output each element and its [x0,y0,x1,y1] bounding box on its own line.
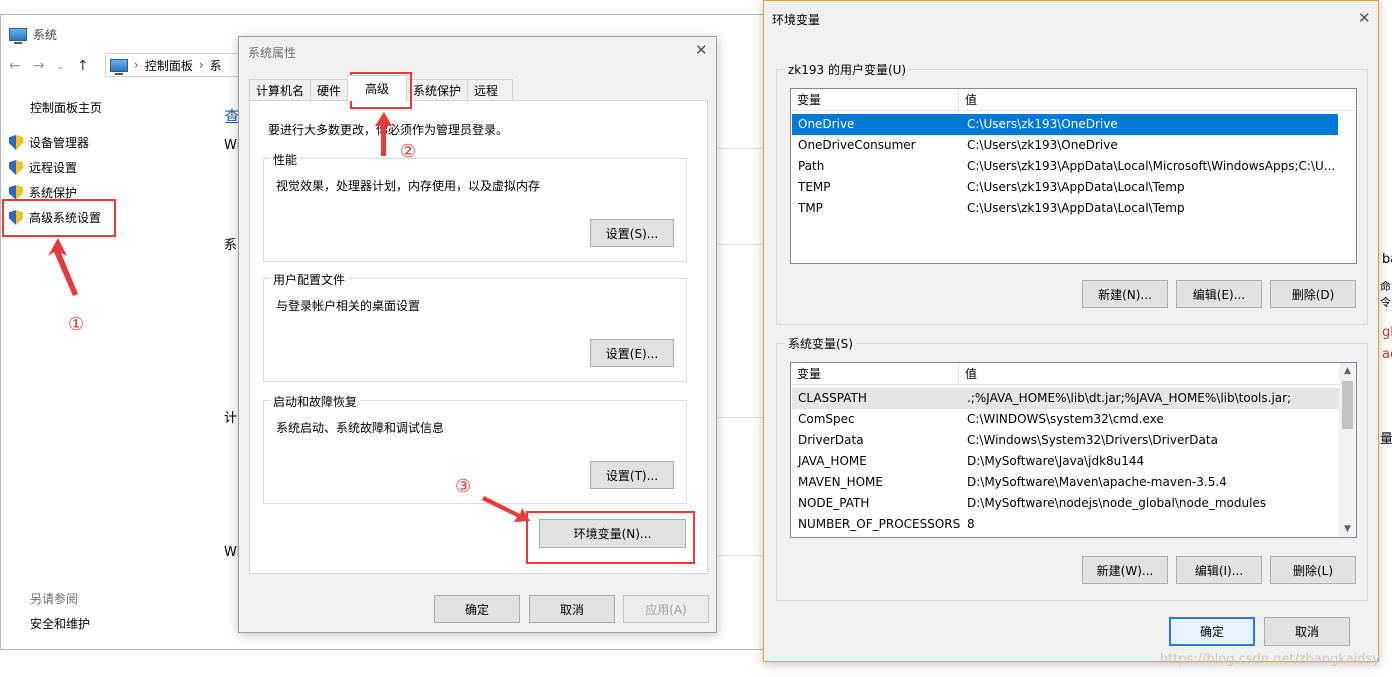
tab-advanced[interactable]: 高级 [347,75,408,101]
var-value: C:\Users\zk193\AppData\Local\Temp [967,180,1185,194]
edge-text-fragment: ba [1382,252,1392,267]
edge-text-fragment: 命令 [1380,280,1391,309]
environment-variables-title: 环境变量 [772,13,821,27]
environment-variables-dialog: 环境变量 ✕ zk193 的用户变量(U) 变量 值 OneDrive C:\U… [763,0,1379,662]
var-name: OneDrive [798,117,855,131]
edge-text-fragment: ac [1382,347,1392,362]
var-name: JAVA_HOME [798,454,867,468]
table-row[interactable]: NODE_PATH D:\MySoftware\nodejs\node_glob… [792,493,1339,514]
edge-text-fragment: 量 [1380,432,1392,447]
var-value: C:\Users\zk193\AppData\Local\Microsoft\W… [967,159,1336,173]
var-name: TEMP [798,180,831,194]
table-row[interactable]: TEMP C:\Users\zk193\AppData\Local\Temp [792,177,1338,198]
user-new-button[interactable]: 新建(N)... [1082,280,1168,308]
table-row[interactable]: TMP C:\Users\zk193\AppData\Local\Temp [792,198,1338,219]
user-edit-button[interactable]: 编辑(E)... [1176,280,1262,308]
system-variables-list[interactable]: 变量 值 CLASSPATH .;%JAVA_HOME%\lib\dt.jar;… [790,362,1357,538]
table-row[interactable]: DriverData C:\Windows\System32\Drivers\D… [792,430,1339,451]
var-name: NODE_PATH [798,496,870,510]
user-variables-group: zk193 的用户变量(U) 变量 值 OneDrive C:\Users\zk… [776,61,1368,325]
var-name: ComSpec [798,412,855,426]
user-delete-button[interactable]: 删除(D) [1270,280,1356,308]
var-name: NUMBER_OF_PROCESSORS [798,517,960,531]
var-value: C:\Users\zk193\AppData\Local\Temp [967,201,1185,215]
var-name: MAVEN_HOME [798,475,883,489]
system-new-button[interactable]: 新建(W)... [1082,556,1168,584]
var-name: OneDriveConsumer [798,138,916,152]
column-header-variable[interactable]: 变量 [791,363,959,385]
column-header-value[interactable]: 值 [959,363,977,385]
var-value: D:\MySoftware\Java\jdk8u144 [967,454,1145,468]
system-variables-title: 系统变量(S) [785,335,856,352]
table-row[interactable]: Path C:\Users\zk193\AppData\Local\Micros… [792,156,1338,177]
var-value: 8 [967,517,975,531]
var-value: C:\Users\zk193\OneDrive [967,138,1118,152]
table-row[interactable]: OneDrive C:\Users\zk193\OneDrive [792,114,1338,135]
table-row[interactable]: ComSpec C:\WINDOWS\system32\cmd.exe [792,409,1339,430]
var-name: DriverData [798,433,864,447]
env-cancel-button[interactable]: 取消 [1264,617,1350,646]
system-delete-button[interactable]: 删除(L) [1270,556,1356,584]
table-row[interactable]: OneDriveConsumer C:\Users\zk193\OneDrive [792,135,1338,156]
annotation-arrow-1 [48,238,78,296]
table-row[interactable]: NUMBER_OF_PROCESSORS 8 [792,514,1339,535]
var-value: .;%JAVA_HOME%\lib\dt.jar;%JAVA_HOME%\lib… [967,391,1292,405]
var-name: CLASSPATH [798,391,867,405]
var-name: TMP [798,201,823,215]
var-value: C:\Windows\System32\Drivers\DriverData [967,433,1218,447]
scroll-thumb[interactable] [1342,381,1353,429]
scroll-up-icon[interactable]: ▲ [1339,363,1356,379]
system-variables-group: 系统变量(S) 变量 值 CLASSPATH .;%JAVA_HOME%\lib… [776,335,1368,601]
annotation-arrow-2 [375,112,392,156]
user-variables-title: zk193 的用户变量(U) [785,61,910,78]
scroll-down-icon[interactable]: ▼ [1339,521,1356,537]
edge-text-fragment: gl [1382,325,1392,340]
var-name: Path [798,159,825,173]
close-icon[interactable]: ✕ [1358,9,1371,27]
annotation-arrow-3 [482,496,530,522]
table-row[interactable]: CLASSPATH .;%JAVA_HOME%\lib\dt.jar;%JAVA… [792,388,1339,409]
column-header-value[interactable]: 值 [959,89,977,111]
table-row[interactable]: JAVA_HOME D:\MySoftware\Java\jdk8u144 [792,451,1339,472]
user-variables-header: 变量 值 [791,89,1356,111]
var-value: D:\MySoftware\Maven\apache-maven-3.5.4 [967,475,1227,489]
var-value: C:\Users\zk193\OneDrive [967,117,1118,131]
env-ok-button[interactable]: 确定 [1169,617,1255,646]
var-value: D:\MySoftware\nodejs\node_global\node_mo… [967,496,1267,510]
watermark: https://blog.csdn.net/zhangkaidsy [1159,652,1380,667]
system-variables-header: 变量 值 [791,363,1356,385]
table-row[interactable]: MAVEN_HOME D:\MySoftware\Maven\apache-ma… [792,472,1339,493]
var-value: C:\WINDOWS\system32\cmd.exe [967,412,1164,426]
column-header-variable[interactable]: 变量 [791,89,959,111]
user-variables-list[interactable]: 变量 值 OneDrive C:\Users\zk193\OneDrive On… [790,88,1357,264]
system-variables-scrollbar[interactable]: ▲ ▼ [1339,363,1356,537]
system-edit-button[interactable]: 编辑(I)... [1176,556,1262,584]
